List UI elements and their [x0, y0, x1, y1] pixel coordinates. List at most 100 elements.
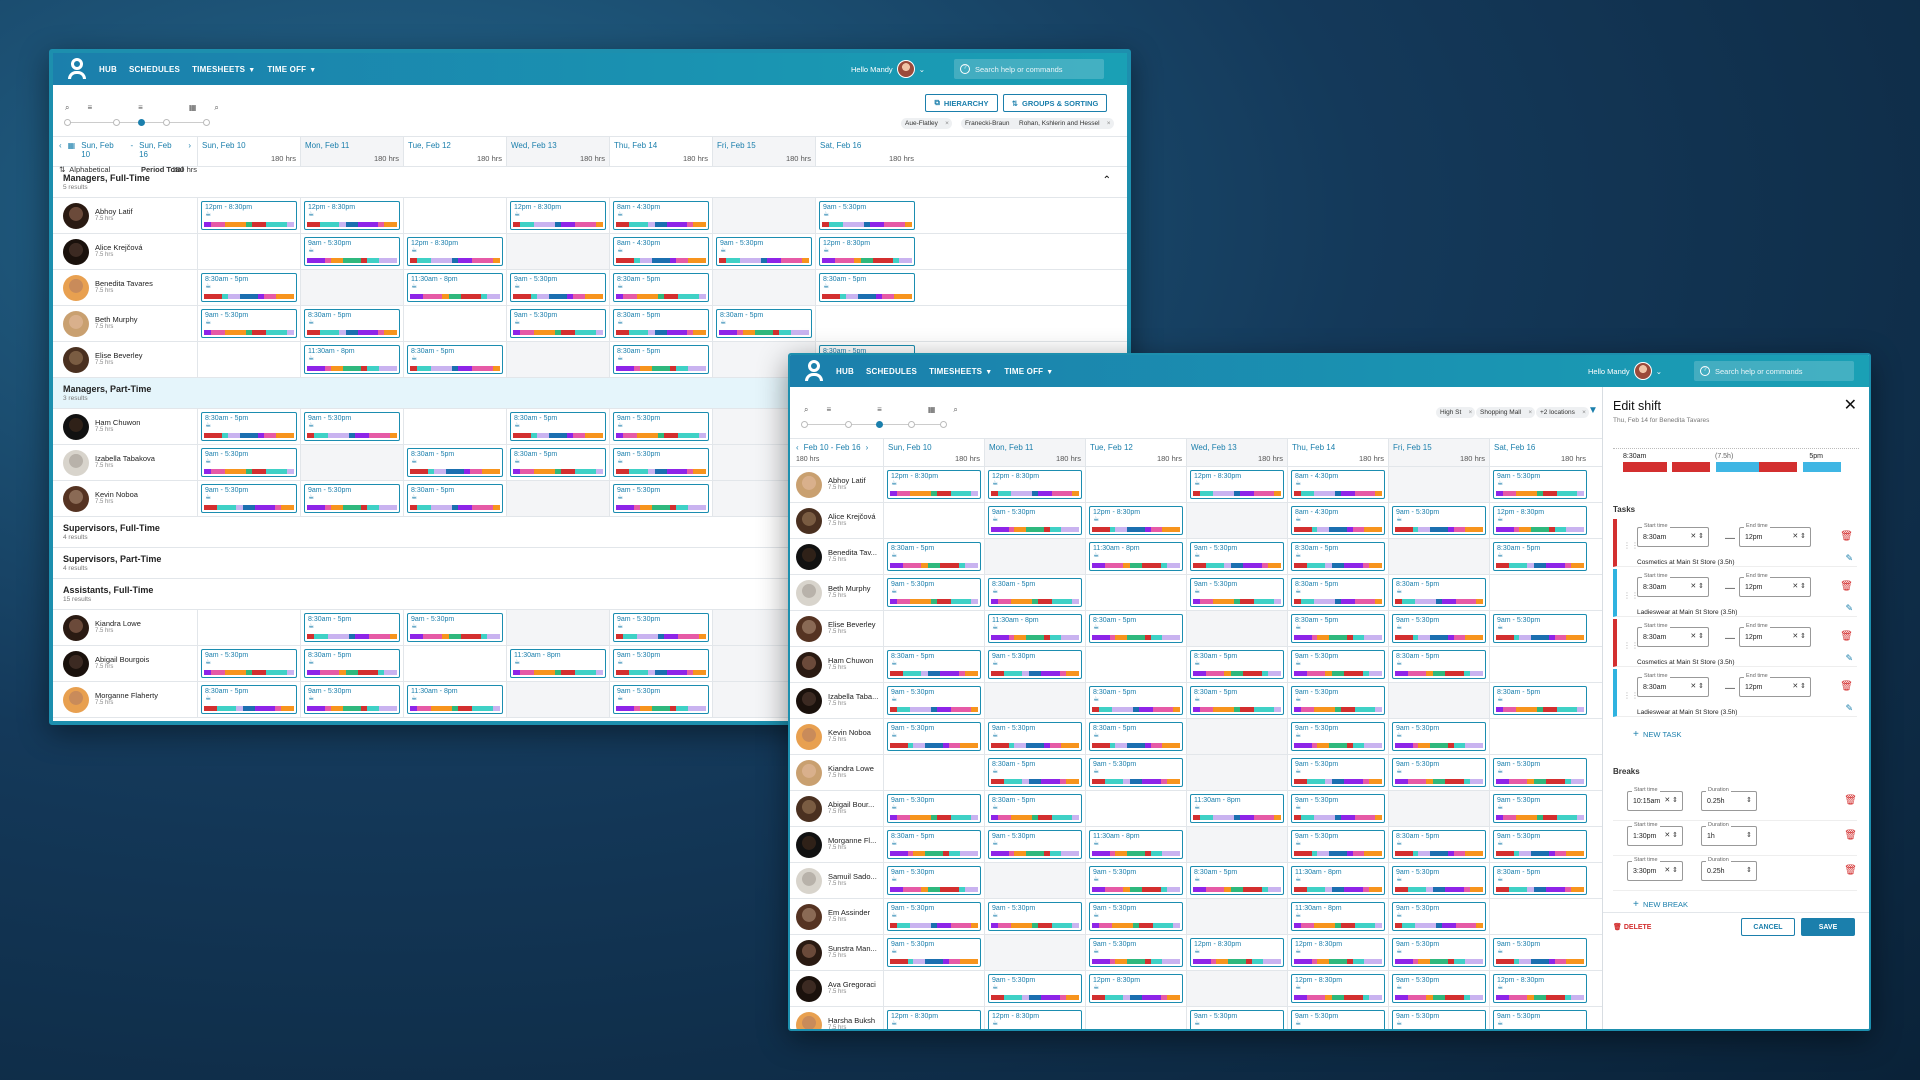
- schedule-cell[interactable]: [1085, 467, 1186, 502]
- break-duration-field[interactable]: Duration 0.25h ⇕: [1701, 787, 1757, 811]
- employee-cell[interactable]: Kiandra Lowe 7.5 hrs: [53, 610, 197, 645]
- shift-card[interactable]: 9am - 5:30pm ☕: [1392, 974, 1486, 1003]
- clear-stepper-icon[interactable]: ✕ ⇕: [1792, 682, 1806, 690]
- pencil-icon[interactable]: ✎: [1845, 703, 1853, 714]
- schedule-cell[interactable]: [883, 971, 984, 1006]
- shift-card[interactable]: 8:30am - 5pm☕: [1493, 542, 1587, 571]
- shift-card[interactable]: 9am - 5:30pm ☕: [1089, 938, 1183, 967]
- schedule-cell[interactable]: 8:30am - 5pm☕: [197, 270, 300, 305]
- shift-card[interactable]: 9am - 5:30pm ☕: [1493, 470, 1587, 499]
- shift-card[interactable]: 9am - 5:30pm ☕: [1291, 650, 1385, 679]
- schedule-cell[interactable]: 12pm - 8:30pm ☕: [506, 198, 609, 233]
- shift-card[interactable]: 9am - 5:30pm ☕: [887, 866, 981, 895]
- zoom-out-icon[interactable]: ⌕: [214, 103, 218, 113]
- schedule-cell[interactable]: 9am - 5:30pm ☕: [1287, 683, 1388, 718]
- trash-icon[interactable]: 🗑: [1844, 865, 1857, 876]
- schedule-cell[interactable]: [403, 646, 506, 681]
- shift-card[interactable]: 9am - 5:30pm ☕: [988, 830, 1082, 859]
- shift-card[interactable]: 8:30am - 5pm☕: [510, 448, 606, 477]
- task-end-time-field[interactable]: End time 12pm ✕ ⇕: [1739, 623, 1811, 647]
- employee-cell[interactable]: Kiandra Lowe 7.5 hrs: [790, 755, 883, 790]
- employee-cell[interactable]: Beth Murphy 7.5 hrs: [53, 306, 197, 341]
- task-end-time-field[interactable]: End time 12pm ✕ ⇕: [1739, 673, 1811, 697]
- schedule-cell[interactable]: 12pm - 8:30pm ☕: [1489, 503, 1590, 538]
- schedule-cell[interactable]: [506, 682, 609, 717]
- new-break-button[interactable]: + NEW BREAK: [1633, 899, 1688, 910]
- shift-card[interactable]: 12pm - 8:30pm ☕: [1089, 974, 1183, 1003]
- employee-cell[interactable]: Kevin Noboa 7.5 hrs: [53, 481, 197, 516]
- schedule-cell[interactable]: 8:30am - 5pm☕: [609, 306, 712, 341]
- schedule-cell[interactable]: [1388, 467, 1489, 502]
- shift-card[interactable]: 9am - 5:30pm ☕: [988, 902, 1082, 931]
- zoom-dot-selected[interactable]: [138, 119, 145, 126]
- schedule-cell[interactable]: 12pm - 8:30pm ☕: [1287, 971, 1388, 1006]
- task-start-time-field[interactable]: Start time 8:30am ✕ ⇕: [1637, 573, 1709, 597]
- schedule-cell[interactable]: 9am - 5:30pm ☕: [609, 610, 712, 645]
- shift-card[interactable]: 9am - 5:30pm ☕: [1493, 794, 1587, 823]
- filter-chip[interactable]: Aue-Flatley: [901, 118, 952, 129]
- app-logo[interactable]: [804, 360, 824, 382]
- shift-card[interactable]: 9am - 5:30pm ☕: [1392, 1010, 1486, 1029]
- schedule-cell[interactable]: 8:30am - 5pm☕: [403, 445, 506, 480]
- schedule-cell[interactable]: 9am - 5:30pm ☕: [1489, 755, 1590, 790]
- schedule-cell[interactable]: 9am - 5:30pm ☕: [1085, 935, 1186, 970]
- list-icon[interactable]: ≡: [138, 103, 143, 113]
- shift-card[interactable]: 9am - 5:30pm ☕: [1291, 830, 1385, 859]
- shift-card[interactable]: 8:30am - 5pm☕: [201, 412, 297, 441]
- schedule-cell[interactable]: 8am - 4:30pm ☕: [1287, 467, 1388, 502]
- schedule-cell[interactable]: 9am - 5:30pm ☕: [712, 234, 815, 269]
- schedule-cell[interactable]: 9am - 5:30pm ☕: [1287, 647, 1388, 682]
- schedule-cell[interactable]: [1186, 611, 1287, 646]
- schedule-cell[interactable]: [984, 863, 1085, 898]
- task-end-time-field[interactable]: End time 12pm ✕ ⇕: [1739, 523, 1811, 547]
- shift-card[interactable]: 12pm - 8:30pm ☕: [1291, 938, 1385, 967]
- schedule-cell[interactable]: 8:30am - 5pm☕: [609, 342, 712, 377]
- shift-card[interactable]: 8:30am - 5pm☕: [819, 273, 915, 302]
- schedule-cell[interactable]: [506, 610, 609, 645]
- schedule-cell[interactable]: 9am - 5:30pm ☕: [1287, 791, 1388, 826]
- schedule-cell[interactable]: 12pm - 8:30pm ☕: [300, 198, 403, 233]
- shift-card[interactable]: 8:30am - 5pm☕: [201, 685, 297, 714]
- schedule-cell[interactable]: 9am - 5:30pm ☕: [1085, 899, 1186, 934]
- schedule-cell[interactable]: 8:30am - 5pm☕: [1287, 575, 1388, 610]
- task-start-time-field[interactable]: Start time 8:30am ✕ ⇕: [1637, 523, 1709, 547]
- schedule-cell[interactable]: 12pm - 8:30pm ☕: [403, 234, 506, 269]
- shift-card[interactable]: 8:30am - 5pm☕: [887, 542, 981, 571]
- schedule-cell[interactable]: 9am - 5:30pm ☕: [883, 935, 984, 970]
- schedule-cell[interactable]: 9am - 5:30pm ☕: [1489, 1007, 1590, 1029]
- nav-timesheets[interactable]: TIMESHEETS ▼: [929, 367, 992, 376]
- filter-chip[interactable]: Rohan, Kshlerin and Hessel: [1015, 118, 1114, 129]
- nav-schedules[interactable]: SCHEDULES: [866, 367, 917, 376]
- shift-card[interactable]: 11:30am - 8pm ☕: [407, 273, 503, 302]
- employee-cell[interactable]: Elise Beverley 7.5 hrs: [53, 342, 197, 377]
- schedule-cell[interactable]: 8:30am - 5pm☕: [1388, 827, 1489, 862]
- schedule-cell[interactable]: [984, 935, 1085, 970]
- shift-card[interactable]: 8:30am - 5pm☕: [887, 650, 981, 679]
- shift-card[interactable]: 9am - 5:30pm ☕: [1392, 902, 1486, 931]
- shift-card[interactable]: 11:30am - 8pm ☕: [1089, 542, 1183, 571]
- schedule-cell[interactable]: [1186, 503, 1287, 538]
- shift-card[interactable]: 8:30am - 5pm☕: [407, 448, 503, 477]
- day-header[interactable]: Wed, Feb 13 180 hrs: [506, 137, 609, 166]
- shift-card[interactable]: 9am - 5:30pm ☕: [1291, 1010, 1385, 1029]
- shift-card[interactable]: 8am - 4:30pm ☕: [1291, 470, 1385, 499]
- shift-card[interactable]: 8:30am - 5pm☕: [1392, 650, 1486, 679]
- schedule-cell[interactable]: 9am - 5:30pm ☕: [1388, 863, 1489, 898]
- schedule-cell[interactable]: [712, 198, 815, 233]
- schedule-cell[interactable]: 11:30am - 8pm ☕: [1085, 539, 1186, 574]
- shift-card[interactable]: 9am - 5:30pm ☕: [201, 309, 297, 338]
- schedule-cell[interactable]: 11:30am - 8pm ☕: [1186, 791, 1287, 826]
- schedule-cell[interactable]: 9am - 5:30pm ☕: [1388, 503, 1489, 538]
- chevron-up-icon[interactable]: ⌃: [1103, 175, 1111, 186]
- schedule-cell[interactable]: [506, 234, 609, 269]
- schedule-cell[interactable]: 9am - 5:30pm ☕: [300, 682, 403, 717]
- employee-cell[interactable]: Samuil Sado... 7.5 hrs: [790, 863, 883, 898]
- shift-card[interactable]: 8:30am - 5pm☕: [1493, 866, 1587, 895]
- shift-card[interactable]: 8:30am - 5pm☕: [1190, 686, 1284, 715]
- shift-card[interactable]: 8:30am - 5pm☕: [1089, 686, 1183, 715]
- task-start-time-field[interactable]: Start time 8:30am ✕ ⇕: [1637, 673, 1709, 697]
- employee-cell[interactable]: Morganne Fl... 7.5 hrs: [790, 827, 883, 862]
- shift-card[interactable]: 9am - 5:30pm ☕: [716, 237, 812, 266]
- zoom-dot-selected[interactable]: [876, 421, 883, 428]
- shift-card[interactable]: 9am - 5:30pm ☕: [304, 484, 400, 513]
